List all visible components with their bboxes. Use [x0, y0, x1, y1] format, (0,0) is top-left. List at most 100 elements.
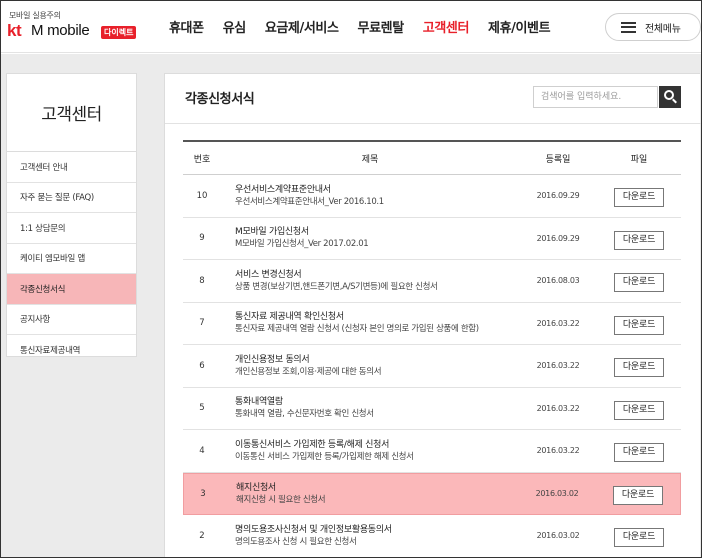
download-button[interactable]: 다운로드 [614, 400, 664, 420]
row-title-cell: 이동통신서비스 가입제한 등록/해제 신청서 이동통신 서비스 가입제한 등록/가… [221, 439, 519, 463]
row-number: 8 [199, 275, 205, 286]
nav-item-customer-center[interactable]: 고객센터 [423, 17, 470, 37]
nav-item-rental[interactable]: 무료렌탈 [358, 17, 405, 37]
row-date: 2016.03.22 [536, 446, 580, 456]
nav-item-events[interactable]: 제휴/이벤트 [488, 17, 551, 37]
search-input[interactable] [533, 86, 658, 108]
row-number: 4 [199, 445, 205, 456]
row-date: 2016.03.22 [536, 403, 580, 413]
row-file-cell: 다운로드 [597, 524, 681, 548]
row-number: 7 [199, 318, 205, 329]
download-button[interactable]: 다운로드 [614, 230, 664, 250]
row-title-cell: 우선서비스계약표준안내서 우선서비스계약표준안내서_Ver 2016.10.1 [221, 184, 519, 208]
download-button[interactable]: 다운로드 [613, 486, 663, 506]
download-button[interactable]: 다운로드 [614, 443, 664, 463]
row-title[interactable]: 서비스 변경신청서 [235, 269, 519, 281]
table-body: 10 우선서비스계약표준안내서 우선서비스계약표준안내서_Ver 2016.10.1… [183, 175, 681, 557]
logo-kt-text: kt [7, 21, 22, 40]
download-button[interactable]: 다운로드 [614, 273, 664, 293]
header-title: 제목 [361, 154, 379, 165]
main-panel: 각종신청서식 번호 제목 등록일 파일 10 우선서비스계약표준안내서우선서비스계… [164, 73, 701, 557]
download-button[interactable]: 다운로드 [614, 528, 664, 548]
row-title[interactable]: 통화내역열람 [235, 396, 519, 408]
row-date: 2016.09.29 [536, 233, 580, 243]
nav-item-usim[interactable]: 유심 [223, 17, 247, 37]
table-row[interactable]: 7 통신자료 제공내역 확인신청서 통신자료 제공내역 열람 신청서 (신청자 본인… [183, 303, 681, 345]
main-nav: 휴대폰 유심 요금제/서비스 무료렌탈 고객센터 제휴/이벤트 [169, 17, 569, 37]
all-menu-button[interactable]: 전체메뉴 [605, 13, 701, 41]
download-button[interactable]: 다운로드 [614, 188, 664, 208]
table-row[interactable]: 3 해지신청서 해지신청 시 필요한 신청서 2016.03.02 다운로드 [183, 472, 681, 515]
sidebar-item-guide[interactable]: 고객센터 안내 [7, 152, 136, 183]
row-subtitle: 해지신청 시 필요한 신청서 [236, 494, 326, 505]
nav-item-phone[interactable]: 휴대폰 [169, 17, 204, 37]
all-menu-label: 전체메뉴 [645, 23, 681, 35]
sidebar-item-app[interactable]: 케이티 엠모바일 앱 [7, 244, 136, 274]
row-file-cell: 다운로드 [597, 397, 681, 420]
header-file: 파일 [630, 154, 648, 165]
nav-item-plans[interactable]: 요금제/서비스 [265, 17, 339, 37]
row-date: 2016.03.22 [536, 361, 580, 371]
row-file-cell: 다운로드 [597, 312, 681, 335]
row-title[interactable]: 우선서비스계약표준안내서 [235, 184, 519, 196]
row-subtitle: 통신자료 제공내역 열람 신청서 (신청자 본인 명의로 가입된 상품에 한함) [235, 324, 479, 335]
table-row[interactable]: 8 서비스 변경신청서 상품 변경(보상기변,핸드폰기변,A/S기변등)에 필요한 … [183, 260, 681, 303]
forms-table: 번호 제목 등록일 파일 10 우선서비스계약표준안내서 우선서비스계약표준안내서_… [183, 140, 681, 557]
row-title-cell: 명의도용조사신청서 및 개인정보활용동의서 명의도용조사 신청 시 필요한 신청서 [221, 524, 519, 548]
row-file-cell: 다운로드 [597, 439, 681, 463]
row-title[interactable]: 해지신청서 [236, 482, 518, 494]
row-number: 2 [199, 530, 205, 541]
table-row[interactable]: 5 통화내역열람 통화내역 열람, 수신문자번호 확인 신청서 2016.03.22 다… [183, 388, 681, 430]
logo-tagline: 모바일 실용주의 [9, 11, 61, 20]
table-row[interactable]: 6 개인신용정보 동의서 개인신용정보 조회,이용·제공에 대한 동의서 2016.0… [183, 345, 681, 388]
title-divider [165, 123, 701, 124]
table-row[interactable]: 9 M모바일 가입신청서 M모바일 가입신청서_Ver 2017.02.01 2016… [183, 218, 681, 260]
row-title[interactable]: 개인신용정보 동의서 [235, 354, 519, 366]
table-row[interactable]: 4 이동통신서비스 가입제한 등록/해제 신청서 이동통신 서비스 가입제한 등록/… [183, 430, 681, 473]
sidebar-item-data-disclosure[interactable]: 통신자료제공내역 [7, 335, 136, 366]
row-date: 2016.09.29 [536, 191, 580, 201]
sidebar-item-notice[interactable]: 공지사항 [7, 305, 136, 335]
row-date: 2016.03.02 [536, 531, 580, 541]
row-number: 6 [199, 360, 205, 371]
sidebar-item-inquiry[interactable]: 1:1 상담문의 [7, 213, 136, 244]
row-file-cell: 다운로드 [596, 482, 680, 506]
row-title[interactable]: 통신자료 제공내역 확인신청서 [235, 311, 519, 323]
kt-mmobile-logo[interactable]: 모바일 실용주의 kt M mobile 다이렉트 [7, 10, 137, 44]
search-button[interactable] [659, 86, 681, 108]
table-header: 번호 제목 등록일 파일 [183, 140, 681, 175]
row-file-cell: 다운로드 [597, 184, 681, 208]
row-title-cell: 개인신용정보 동의서 개인신용정보 조회,이용·제공에 대한 동의서 [221, 354, 519, 378]
sidebar-title: 고객센터 [7, 74, 136, 152]
download-button[interactable]: 다운로드 [614, 315, 664, 335]
header-no: 번호 [193, 154, 211, 165]
row-date: 2016.03.22 [536, 318, 580, 328]
row-title[interactable]: 이동통신서비스 가입제한 등록/해제 신청서 [235, 439, 519, 451]
header-date: 등록일 [545, 154, 571, 165]
site-header: 모바일 실용주의 kt M mobile 다이렉트 휴대폰 유심 요금제/서비스… [1, 1, 701, 53]
sidebar-item-faq[interactable]: 자주 묻는 질문 (FAQ) [7, 183, 136, 213]
sidebar: 고객센터 고객센터 안내 자주 묻는 질문 (FAQ) 1:1 상담문의 케이티… [6, 73, 137, 357]
row-file-cell: 다운로드 [597, 269, 681, 293]
sidebar-item-forms[interactable]: 각종신청서식 [7, 274, 136, 305]
download-button[interactable]: 다운로드 [614, 358, 664, 378]
row-date: 2016.08.03 [536, 276, 580, 286]
row-number: 3 [200, 488, 206, 499]
row-subtitle: 통화내역 열람, 수신문자번호 확인 신청서 [235, 409, 374, 420]
row-number: 5 [199, 403, 205, 414]
logo-kt: kt [7, 21, 22, 41]
row-title-cell: M모바일 가입신청서 M모바일 가입신청서_Ver 2017.02.01 [221, 226, 519, 250]
row-file-cell: 다운로드 [597, 227, 681, 250]
row-title[interactable]: 명의도용조사신청서 및 개인정보활용동의서 [235, 524, 519, 536]
table-row[interactable]: 10 우선서비스계약표준안내서 우선서비스계약표준안내서_Ver 2016.10.1… [183, 175, 681, 218]
row-subtitle: 개인신용정보 조회,이용·제공에 대한 동의서 [235, 366, 382, 377]
row-subtitle: 명의도용조사 신청 시 필요한 신청서 [235, 536, 357, 547]
row-subtitle: 상품 변경(보상기변,핸드폰기변,A/S기변등)에 필요한 신청서 [235, 281, 438, 292]
row-title[interactable]: M모바일 가입신청서 [235, 226, 519, 238]
direct-badge: 다이렉트 [101, 26, 137, 39]
row-title-cell: 통화내역열람 통화내역 열람, 수신문자번호 확인 신청서 [221, 396, 519, 420]
row-subtitle: 이동통신 서비스 가입제한 등록/가입제한 해제 신청서 [235, 451, 414, 462]
row-number: 10 [196, 190, 208, 201]
table-row[interactable]: 2 명의도용조사신청서 및 개인정보활용동의서 명의도용조사 신청 시 필요한 신청… [183, 515, 681, 557]
row-date: 2016.03.02 [535, 489, 579, 499]
